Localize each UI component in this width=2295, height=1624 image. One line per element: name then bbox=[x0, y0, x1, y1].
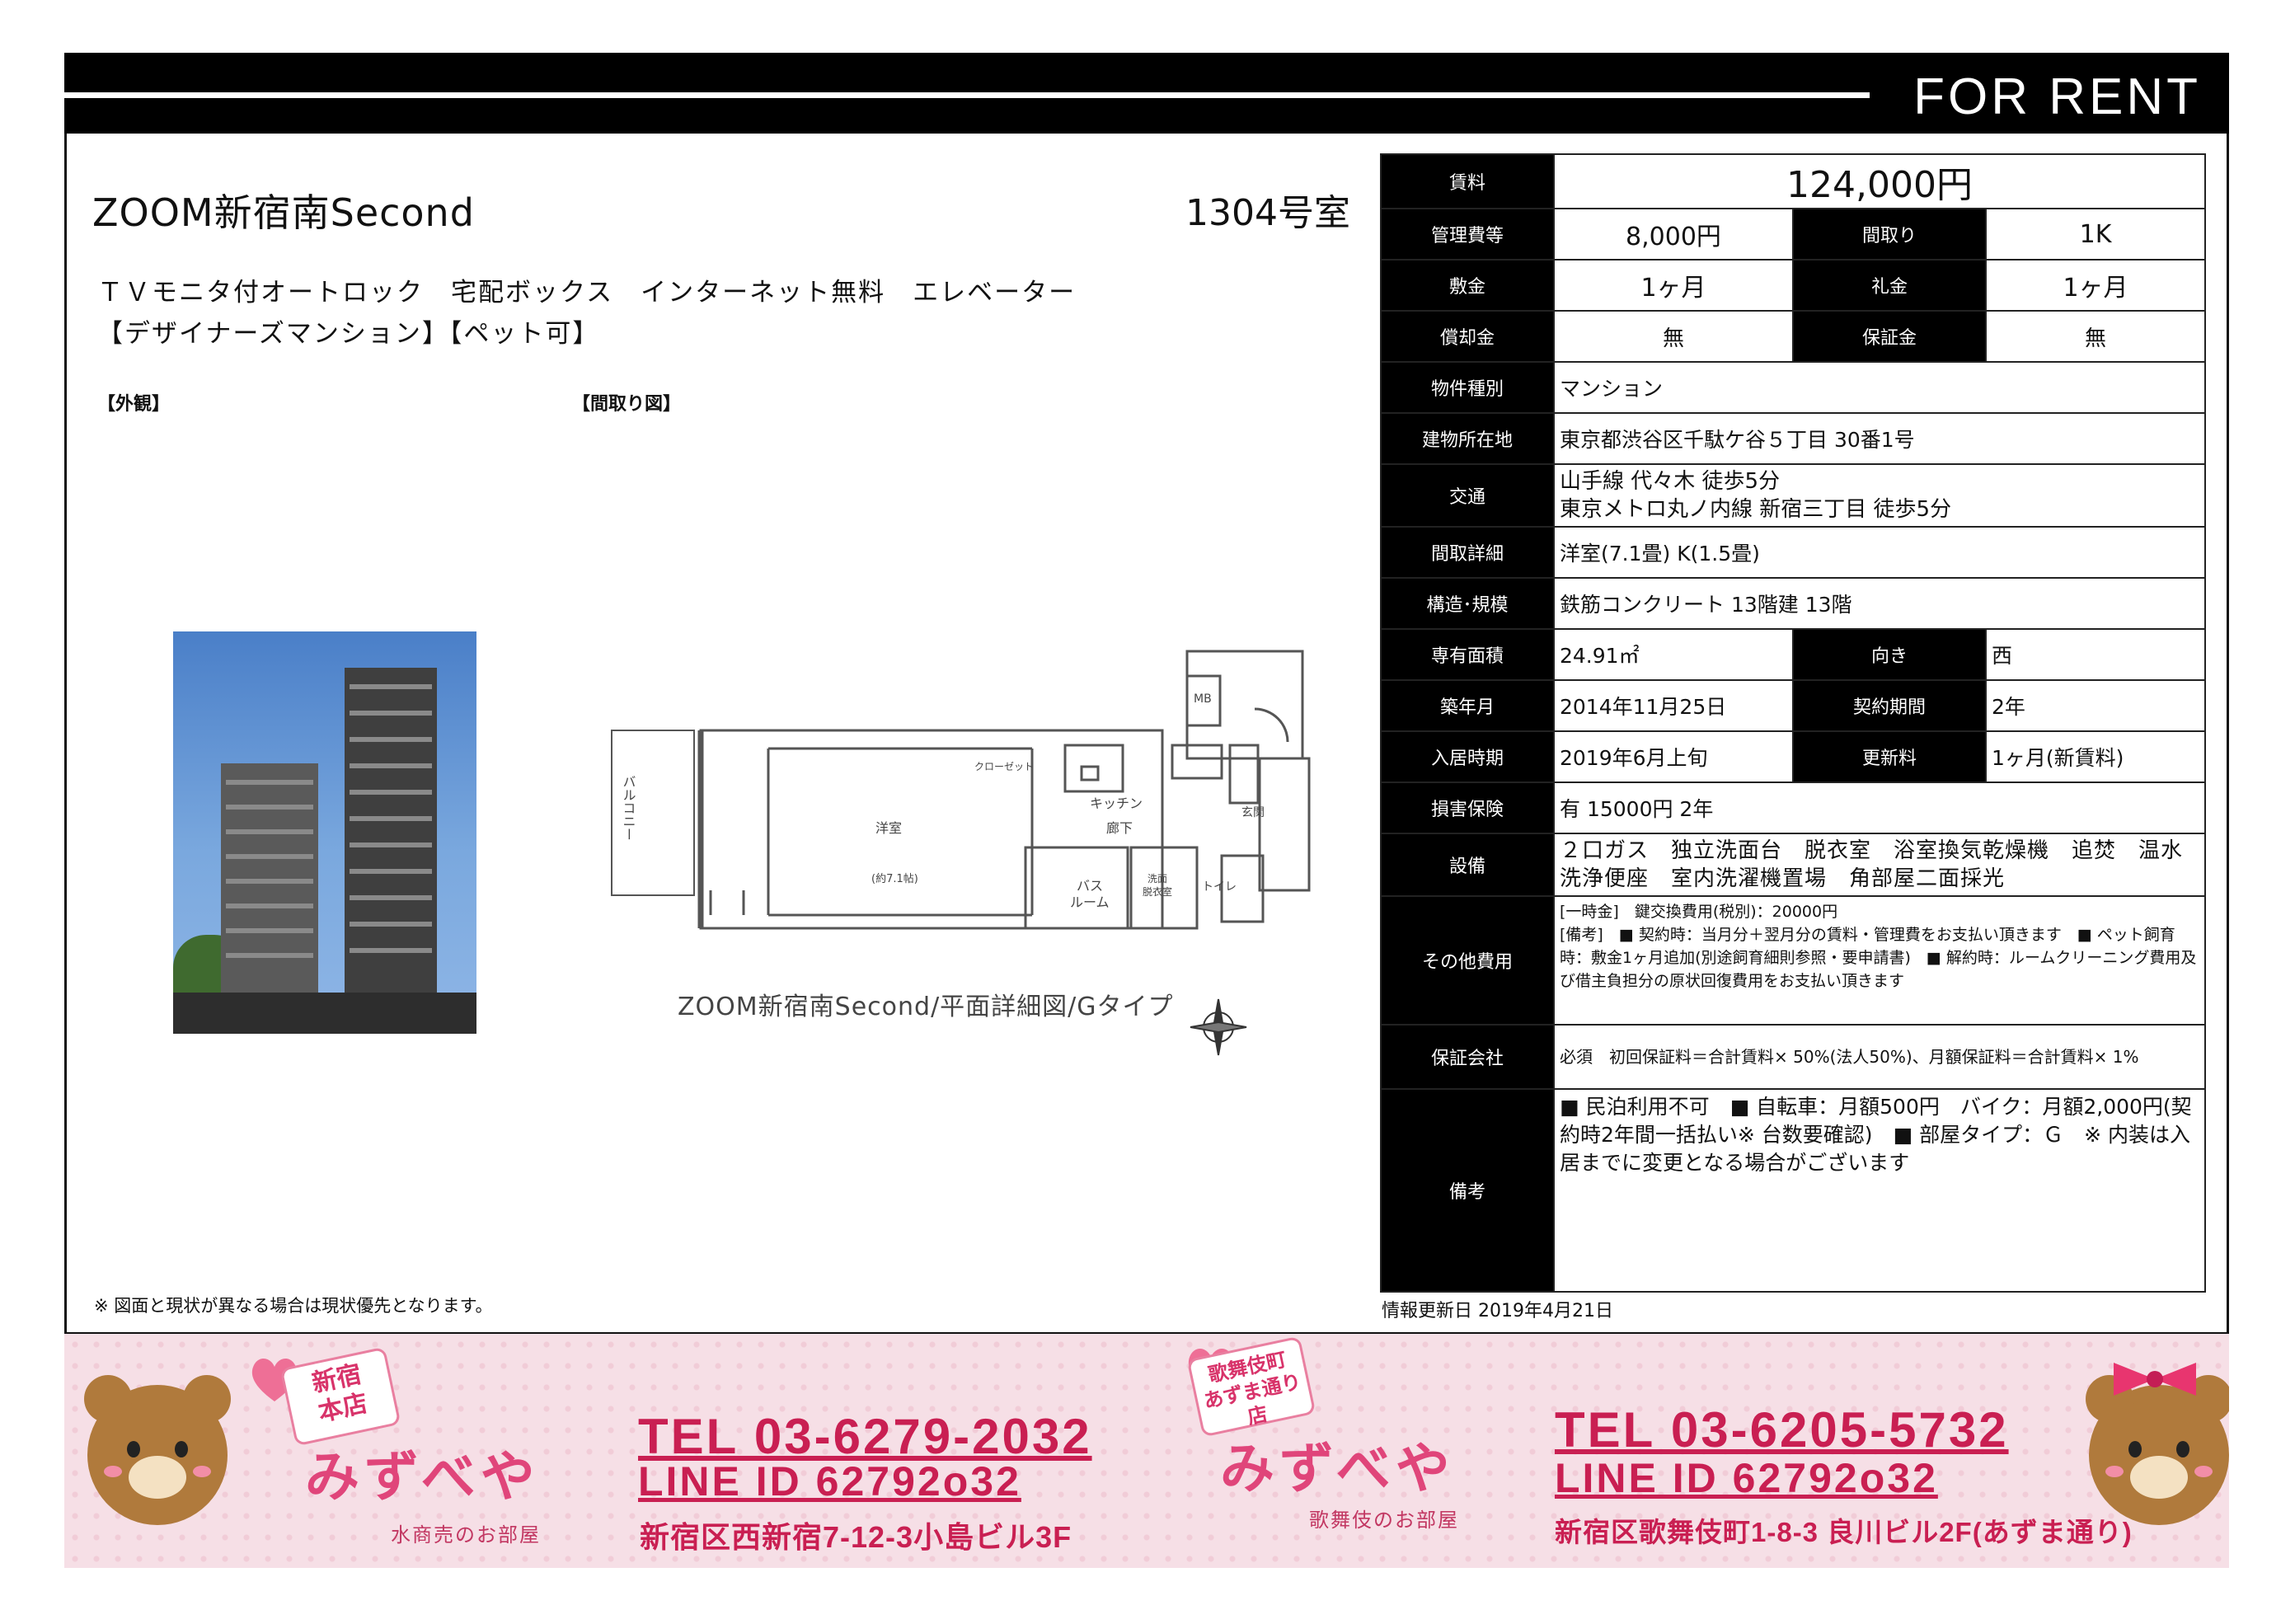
notes-value: ■ 民泊利用不可 ■ 自転車：月額500円 バイク：月額2,000円(契約時2年… bbox=[1553, 1088, 2206, 1293]
plan-room: 洋室 bbox=[875, 820, 902, 836]
transit-line-1: 山手線 代々木 徒歩5分 bbox=[1560, 469, 1781, 494]
area-label: 専有面積 bbox=[1380, 628, 1555, 681]
term-label: 契約期間 bbox=[1792, 679, 1987, 732]
type-label: 物件種別 bbox=[1380, 361, 1555, 414]
floorplan-caption: ZOOM新宿南Second/平面詳細図/Gタイプ bbox=[678, 993, 1174, 1021]
plan-entrance: 玄関 bbox=[1241, 805, 1265, 819]
building-photo bbox=[173, 631, 476, 1034]
photo-ground bbox=[173, 993, 476, 1034]
photo-tower-right bbox=[345, 668, 437, 1011]
other-line-2: [備考] ■ 契約時：当月分＋翌月分の賃料・管理費をお支払い頂きます ■ ペット… bbox=[1560, 926, 2197, 990]
plan-balcony: バルコニー bbox=[621, 775, 636, 841]
equipment-value: ２口ガス 独立洗面台 脱衣室 浴室換気乾燥機 追焚 温水洗浄便座 室内洗濯機置場… bbox=[1553, 833, 2206, 897]
key-money-value: 1ヶ月 bbox=[1985, 259, 2206, 312]
update-date: 情報更新日 2019年4月21日 bbox=[1382, 1301, 1613, 1321]
building-name: ZOOM新宿南Second bbox=[92, 190, 475, 235]
features-line-1: ＴＶモニタ付オートロック 宅配ボックス インターネット無料 エレベーター bbox=[97, 278, 1077, 307]
plan-washroom: 洗面 bbox=[1148, 873, 1167, 885]
deposit-value: 1ヶ月 bbox=[1553, 259, 1794, 312]
direction-value: 西 bbox=[1985, 628, 2206, 681]
other-value: [一時金] 鍵交換費用(税別)：20000円 [備考] ■ 契約時：当月分＋翌月… bbox=[1553, 895, 2206, 1026]
brand-logo-right: みずべや bbox=[1220, 1437, 1455, 1500]
plan-bath: バス bbox=[1077, 878, 1103, 894]
plan-room-size: (約7.1帖) bbox=[871, 873, 918, 885]
features: ＴＶモニタ付オートロック 宅配ボックス インターネット無料 エレベーター 【デザ… bbox=[97, 272, 1076, 354]
header-bar: FOR RENT bbox=[64, 53, 2229, 134]
built-label: 築年月 bbox=[1380, 679, 1555, 732]
layout-detail-value: 洋室(7.1畳) K(1.5畳) bbox=[1553, 526, 2206, 579]
movein-value: 2019年6月上旬 bbox=[1553, 730, 1794, 783]
structure-value: 鉄筋コンクリート 13階建 13階 bbox=[1553, 577, 2206, 630]
guarantor-label: 保証会社 bbox=[1380, 1024, 1555, 1090]
tel-shinjuku[interactable]: TEL 03-6279-2032 bbox=[638, 1408, 1092, 1465]
rent-label: 賃料 bbox=[1380, 153, 1555, 209]
ribbon-bow-icon bbox=[2114, 1363, 2196, 1396]
structure-label: 構造･規模 bbox=[1380, 577, 1555, 630]
plan-toilet: トイレ bbox=[1202, 880, 1237, 894]
rent-value: 124,000円 bbox=[1553, 153, 2206, 209]
built-value: 2014年11月25日 bbox=[1553, 679, 1794, 732]
insurance-value: 有 15000円 2年 bbox=[1553, 781, 2206, 834]
area-value: 24.91㎡ bbox=[1553, 628, 1794, 681]
bear-mascot-left bbox=[84, 1375, 231, 1525]
layout-detail-label: 間取詳細 bbox=[1380, 526, 1555, 579]
info-table: 賃料 124,000円 管理費等 8,000円 間取り 1K 敷金 1ヶ月 礼金… bbox=[1380, 153, 2206, 1293]
plan-bath-2: ルーム bbox=[1070, 894, 1110, 910]
features-line-2: 【デザイナーズマンション】【ペット可】 bbox=[97, 319, 600, 349]
plan-hall: 廊下 bbox=[1106, 820, 1133, 836]
plan-kitchen: キッチン bbox=[1090, 796, 1143, 811]
brand-logo-left: みずべや bbox=[305, 1445, 540, 1509]
direction-label: 向き bbox=[1792, 628, 1987, 681]
plan-mb: MB bbox=[1194, 692, 1212, 706]
amort-label: 償却金 bbox=[1380, 310, 1555, 363]
footnote: ※ 図面と現状が異なる場合は現状優先となります。 bbox=[94, 1296, 493, 1316]
notes-label: 備考 bbox=[1380, 1088, 1555, 1293]
address-kabukicho: 新宿区歌舞伎町1-8-3 良川ビル2F(あずま通り) bbox=[1555, 1517, 2133, 1547]
layout-label: 間取り bbox=[1792, 208, 1987, 260]
key-money-label: 礼金 bbox=[1792, 259, 1987, 312]
type-value: マンション bbox=[1553, 361, 2206, 414]
other-label: その他費用 bbox=[1380, 895, 1555, 1026]
transit-line-2: 東京メトロ丸ノ内線 新宿三丁目 徒歩5分 bbox=[1560, 497, 1952, 522]
address-shinjuku: 新宿区西新宿7-12-3小島ビル3F bbox=[640, 1520, 1072, 1554]
compass-icon bbox=[1190, 998, 1247, 1056]
photo-tower-left bbox=[221, 763, 318, 1011]
equipment-label: 設備 bbox=[1380, 833, 1555, 897]
line-id-kabukicho[interactable]: LINE ID 62792o32 bbox=[1555, 1454, 1938, 1502]
amort-value: 無 bbox=[1553, 310, 1794, 363]
mgmt-value: 8,000円 bbox=[1553, 208, 1794, 260]
mgmt-label: 管理費等 bbox=[1380, 208, 1555, 260]
floorplan-label: 【間取り図】 bbox=[572, 394, 682, 415]
plan-closet: クローゼット bbox=[974, 761, 1034, 772]
guarantee-label: 保証金 bbox=[1792, 310, 1987, 363]
tel-kabukicho[interactable]: TEL 03-6205-5732 bbox=[1555, 1401, 2009, 1458]
insurance-label: 損害保険 bbox=[1380, 781, 1555, 834]
for-rent-label: FOR RENT bbox=[1913, 68, 2201, 125]
footer-banner: 新宿 本店 みずべや 水商売のお部屋 TEL 03-6279-2032 LINE… bbox=[64, 1334, 2229, 1568]
plan-washroom-2: 脱衣室 bbox=[1143, 885, 1172, 898]
deposit-label: 敷金 bbox=[1380, 259, 1555, 312]
movein-label: 入居時期 bbox=[1380, 730, 1555, 783]
guarantor-value: 必須 初回保証料＝合計賃料× 50%(法人50%)、月額保証料＝合計賃料× 1% bbox=[1553, 1024, 2206, 1090]
header-stripe bbox=[64, 92, 1870, 98]
brand-sub-right: 歌舞伎のお部屋 bbox=[1309, 1509, 1459, 1532]
other-line-1: [一時金] 鍵交換費用(税別)：20000円 bbox=[1560, 903, 1838, 921]
brand-sub-left: 水商売のお部屋 bbox=[391, 1523, 541, 1547]
renewal-value: 1ヶ月(新賃料) bbox=[1985, 730, 2206, 783]
exterior-label: 【外観】 bbox=[97, 394, 171, 415]
term-value: 2年 bbox=[1985, 679, 2206, 732]
room-number: 1304号室 bbox=[1185, 192, 1350, 234]
address-label: 建物所在地 bbox=[1380, 412, 1555, 465]
renewal-label: 更新料 bbox=[1792, 730, 1987, 783]
transit-value: 山手線 代々木 徒歩5分 東京メトロ丸ノ内線 新宿三丁目 徒歩5分 bbox=[1553, 463, 2206, 528]
layout-value: 1K bbox=[1985, 208, 2206, 260]
line-id-shinjuku[interactable]: LINE ID 62792o32 bbox=[638, 1457, 1021, 1505]
address-value: 東京都渋谷区千駄ケ谷５丁目 30番1号 bbox=[1553, 412, 2206, 465]
bear-mascot-right bbox=[2086, 1375, 2229, 1525]
transit-label: 交通 bbox=[1380, 463, 1555, 528]
guarantee-value: 無 bbox=[1985, 310, 2206, 363]
